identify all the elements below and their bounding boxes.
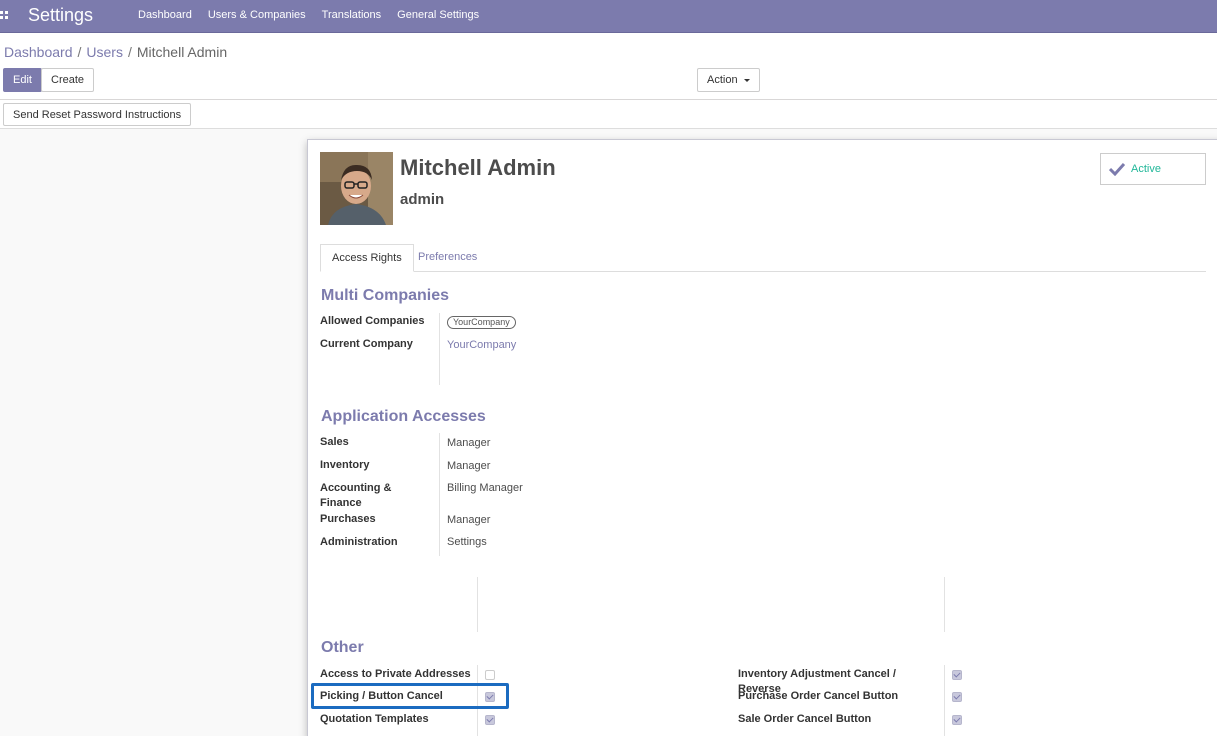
check-icon xyxy=(1109,162,1125,176)
inventory-adjustment-cancel-checkbox[interactable] xyxy=(952,670,962,680)
form-sheet: Mitchell Admin admin Active Access Right… xyxy=(307,139,1217,736)
main-menu: Dashboard Users & Companies Translations… xyxy=(130,9,487,21)
column-divider xyxy=(944,577,945,632)
menu-item-users-companies[interactable]: Users & Companies xyxy=(200,9,314,21)
breadcrumb-users[interactable]: Users xyxy=(86,44,123,60)
field-divider xyxy=(439,433,440,556)
administration-label: Administration xyxy=(320,536,398,548)
accounting-finance-label: Accounting & Finance xyxy=(320,482,392,509)
allowed-companies-label: Allowed Companies xyxy=(320,315,425,327)
current-company-label: Current Company xyxy=(320,338,413,350)
tab-access-rights[interactable]: Access Rights xyxy=(320,244,414,272)
user-avatar[interactable] xyxy=(320,152,393,225)
sales-value[interactable]: Manager xyxy=(447,437,490,449)
sale-order-cancel-label: Sale Order Cancel Button xyxy=(738,713,872,725)
breadcrumb-dashboard[interactable]: Dashboard xyxy=(4,44,73,60)
purchases-value[interactable]: Manager xyxy=(447,514,490,526)
edit-button[interactable]: Edit xyxy=(3,68,42,92)
multi-companies-heading: Multi Companies xyxy=(321,287,450,304)
application-accesses-heading: Application Accesses xyxy=(321,408,486,425)
app-title: Settings xyxy=(28,5,94,25)
purchase-order-cancel-checkbox[interactable] xyxy=(952,692,962,702)
purchase-order-cancel-label: Purchase Order Cancel Button xyxy=(738,690,899,702)
form-tabs: Access Rights Preferences xyxy=(320,244,1206,272)
private-addresses-label: Access to Private Addresses xyxy=(320,668,471,680)
action-label: Action xyxy=(707,74,738,86)
column-divider xyxy=(477,577,478,632)
breadcrumb-separator: / xyxy=(77,44,82,60)
reset-password-button[interactable]: Send Reset Password Instructions xyxy=(3,103,192,126)
action-dropdown[interactable]: Action xyxy=(697,68,760,92)
accounting-finance-value[interactable]: Billing Manager xyxy=(447,482,523,494)
active-toggle-button[interactable]: Active xyxy=(1100,153,1206,185)
other-heading: Other xyxy=(321,639,364,656)
breadcrumb: Dashboard / Users / Mitchell Admin xyxy=(4,44,227,60)
column-divider xyxy=(944,665,945,736)
menu-item-translations[interactable]: Translations xyxy=(314,9,390,21)
inventory-value[interactable]: Manager xyxy=(447,460,490,472)
user-name: Mitchell Admin xyxy=(400,155,556,180)
current-company-value[interactable]: YourCompany xyxy=(447,339,516,351)
caret-down-icon xyxy=(743,78,750,82)
sales-label: Sales xyxy=(320,436,349,448)
purchases-label: Purchases xyxy=(320,513,376,525)
field-divider xyxy=(439,313,440,385)
administration-value[interactable]: Settings xyxy=(447,536,487,548)
private-addresses-checkbox[interactable] xyxy=(485,670,495,680)
allowed-company-tag[interactable]: YourCompany xyxy=(447,316,516,329)
active-status-label: Active xyxy=(1131,163,1161,175)
quotation-templates-label: Quotation Templates xyxy=(320,713,429,725)
breadcrumb-current: Mitchell Admin xyxy=(136,44,228,60)
top-navbar: Settings Dashboard Users & Companies Tra… xyxy=(0,0,1217,33)
breadcrumb-separator: / xyxy=(127,44,132,60)
form-statusbar: Send Reset Password Instructions xyxy=(0,101,1217,129)
create-button[interactable]: Create xyxy=(41,68,95,92)
user-login: admin xyxy=(400,191,445,208)
menu-item-general-settings[interactable]: General Settings xyxy=(389,9,487,21)
highlight-box xyxy=(311,683,509,709)
inventory-label: Inventory xyxy=(320,459,370,471)
menu-item-dashboard[interactable]: Dashboard xyxy=(130,9,200,21)
apps-menu-icon[interactable] xyxy=(0,11,8,19)
sale-order-cancel-checkbox[interactable] xyxy=(952,715,962,725)
control-panel: Dashboard / Users / Mitchell Admin Edit … xyxy=(0,34,1217,100)
quotation-templates-checkbox[interactable] xyxy=(485,715,495,725)
tab-preferences[interactable]: Preferences xyxy=(407,244,488,272)
